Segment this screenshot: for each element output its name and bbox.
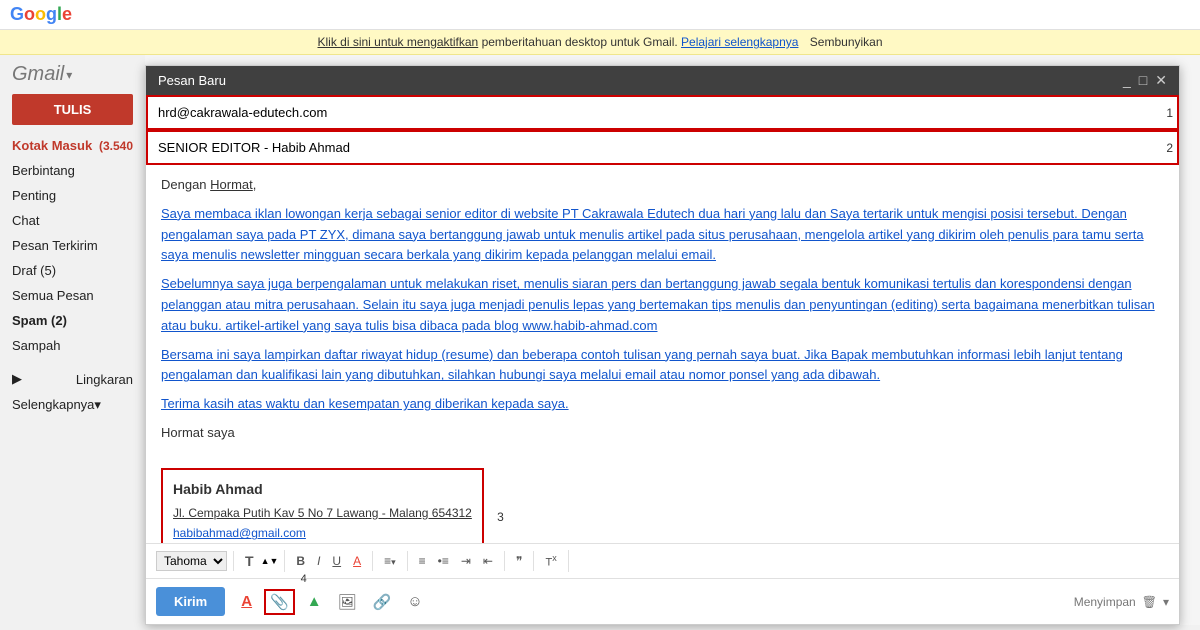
sidebar-item-drafts[interactable]: Draf (5) bbox=[0, 258, 145, 283]
content-area: Pesan Baru _ □ ✕ 1 2 bbox=[145, 55, 1200, 625]
send-row: Kirim A 📎 4 ▲ 🖼 🔗 ☺ Menyimpan 🗑 ▾ bbox=[146, 578, 1179, 624]
clear-format-button[interactable]: Tx bbox=[540, 550, 561, 572]
align-button[interactable]: ≡▾ bbox=[379, 551, 401, 571]
body-para-2: Sebelumnya saya juga berpengalaman untuk… bbox=[161, 274, 1164, 336]
sidebar-item-inbox[interactable]: Kotak Masuk (3.540 bbox=[0, 133, 145, 158]
save-area: Menyimpan 🗑 ▾ bbox=[1074, 595, 1169, 609]
list-group: ≡ •≡ ⇥ ⇤ bbox=[414, 551, 505, 571]
body-para-4: Terima kasih atas waktu dan kesempatan y… bbox=[161, 394, 1164, 415]
sidebar-item-spam[interactable]: Spam (2) bbox=[0, 308, 145, 333]
circles-expand-icon: ▶ bbox=[12, 371, 22, 387]
drafts-label: Draf (5) bbox=[12, 263, 56, 278]
hide-link[interactable]: Sembunyikan bbox=[810, 35, 883, 49]
font-size-button[interactable]: T bbox=[240, 550, 259, 572]
inbox-label: Kotak Masuk bbox=[12, 138, 92, 153]
indent-button[interactable]: ⇥ bbox=[456, 551, 476, 571]
more-label: Selengkapnya▾ bbox=[12, 397, 101, 413]
sidebar-item-circles[interactable]: ▶ Lingkaran bbox=[0, 366, 145, 392]
font-size-group: T ▲▼ bbox=[240, 550, 285, 572]
sidebar: Gmail ▾ TULIS Kotak Masuk (3.540 Berbint… bbox=[0, 55, 145, 625]
subject-input[interactable] bbox=[158, 138, 1167, 157]
field-num-3: 3 bbox=[497, 508, 504, 527]
notification-bar: Klik di sini untuk mengaktifkan pemberit… bbox=[0, 30, 1200, 55]
emoji-icon[interactable]: ☺ bbox=[403, 591, 426, 612]
send-button[interactable]: Kirim bbox=[156, 587, 225, 616]
italic-button[interactable]: I bbox=[312, 551, 325, 571]
compose-title: Pesan Baru bbox=[158, 73, 226, 88]
main-layout: Gmail ▾ TULIS Kotak Masuk (3.540 Berbint… bbox=[0, 55, 1200, 625]
to-input[interactable] bbox=[158, 103, 1167, 122]
underline-button[interactable]: U bbox=[327, 551, 346, 571]
ol-button[interactable]: ≡ bbox=[414, 551, 431, 571]
gmail-logo: Gmail ▾ bbox=[0, 63, 145, 94]
greeting: Dengan Hormat, bbox=[161, 175, 1164, 196]
more-options-chevron[interactable]: ▾ bbox=[1163, 595, 1169, 609]
notification-middle: pemberitahuan desktop untuk Gmail. bbox=[482, 35, 681, 49]
starred-label: Berbintang bbox=[12, 163, 75, 178]
field-num-4: 4 bbox=[301, 573, 307, 585]
delete-draft-icon[interactable]: 🗑 bbox=[1142, 595, 1157, 609]
body-closing: Hormat saya bbox=[161, 423, 1164, 444]
to-field-container bbox=[146, 95, 1179, 130]
field-num-1: 1 bbox=[1166, 106, 1173, 120]
trash-label: Sampah bbox=[12, 338, 60, 353]
outdent-button[interactable]: ⇤ bbox=[478, 551, 498, 571]
sidebar-item-chat[interactable]: Chat bbox=[0, 208, 145, 233]
chat-label: Chat bbox=[12, 213, 39, 228]
signature-name: Habib Ahmad bbox=[173, 478, 472, 500]
sidebar-item-important[interactable]: Penting bbox=[0, 183, 145, 208]
circles-label: Lingkaran bbox=[76, 372, 133, 387]
sent-label: Pesan Terkirim bbox=[12, 238, 98, 253]
compose-header-icons: _ □ ✕ bbox=[1123, 72, 1167, 89]
compose-button[interactable]: TULIS bbox=[12, 94, 133, 125]
maximize-icon[interactable]: □ bbox=[1139, 72, 1147, 89]
learn-more-link[interactable]: Pelajari selengkapnya bbox=[681, 35, 798, 49]
notification-click[interactable]: Klik di sini untuk mengaktifkan bbox=[317, 35, 478, 49]
font-group: Tahoma bbox=[156, 551, 234, 571]
bold-button[interactable]: B bbox=[291, 551, 310, 571]
save-label: Menyimpan bbox=[1074, 595, 1136, 609]
quote-group: ❞ bbox=[511, 551, 534, 571]
google-logo: Google bbox=[10, 4, 72, 25]
font-select[interactable]: Tahoma bbox=[156, 551, 227, 571]
sidebar-item-trash[interactable]: Sampah bbox=[0, 333, 145, 358]
link-icon[interactable]: 🔗 bbox=[369, 591, 396, 613]
ul-button[interactable]: •≡ bbox=[433, 551, 454, 571]
sidebar-item-starred[interactable]: Berbintang bbox=[0, 158, 145, 183]
blog-link[interactable]: www.habib-ahmad.com bbox=[522, 318, 657, 333]
send-row-icons: A 📎 4 ▲ 🖼 🔗 ☺ bbox=[237, 589, 426, 615]
clear-format-group: Tx bbox=[540, 550, 568, 572]
quote-button[interactable]: ❞ bbox=[511, 551, 527, 571]
drive-icon[interactable]: ▲ bbox=[303, 591, 326, 612]
font-size-arrow: ▲▼ bbox=[261, 556, 279, 566]
format-group: B I U A bbox=[291, 551, 373, 571]
sidebar-item-sent[interactable]: Pesan Terkirim bbox=[0, 233, 145, 258]
signature-box: Habib Ahmad Jl. Cempaka Putih Kav 5 No 7… bbox=[161, 468, 484, 543]
compose-body[interactable]: Dengan Hormat, Saya membaca iklan lowong… bbox=[146, 165, 1179, 543]
notification-text: Klik di sini untuk mengaktifkan pemberit… bbox=[317, 35, 882, 49]
photo-icon[interactable]: 🖼 bbox=[334, 591, 361, 613]
spam-label: Spam (2) bbox=[12, 313, 67, 328]
minimize-icon[interactable]: _ bbox=[1123, 72, 1131, 89]
important-label: Penting bbox=[12, 188, 56, 203]
attachment-icon[interactable]: 📎 4 bbox=[264, 589, 295, 615]
close-icon[interactable]: ✕ bbox=[1155, 72, 1167, 89]
text-color-button[interactable]: A bbox=[348, 551, 366, 571]
compose-header[interactable]: Pesan Baru _ □ ✕ bbox=[146, 66, 1179, 95]
sidebar-item-more[interactable]: Selengkapnya▾ bbox=[0, 392, 145, 418]
compose-modal: Pesan Baru _ □ ✕ 1 2 bbox=[145, 65, 1180, 625]
subject-field-container bbox=[146, 130, 1179, 165]
signature-email-link[interactable]: habibahmad@gmail.com bbox=[173, 526, 306, 540]
sidebar-item-all[interactable]: Semua Pesan bbox=[0, 283, 145, 308]
all-label: Semua Pesan bbox=[12, 288, 94, 303]
inbox-count: (3.540 bbox=[99, 139, 133, 153]
body-para-1: Saya membaca iklan lowongan kerja sebaga… bbox=[161, 204, 1164, 266]
signature-address: Jl. Cempaka Putih Kav 5 No 7 Lawang - Ma… bbox=[173, 504, 472, 523]
google-header: Google bbox=[0, 0, 1200, 30]
font-color-icon[interactable]: A bbox=[237, 591, 256, 612]
body-para-3: Bersama ini saya lampirkan daftar riwaya… bbox=[161, 345, 1164, 387]
align-group: ≡▾ bbox=[379, 551, 408, 571]
field-num-2: 2 bbox=[1166, 141, 1173, 155]
